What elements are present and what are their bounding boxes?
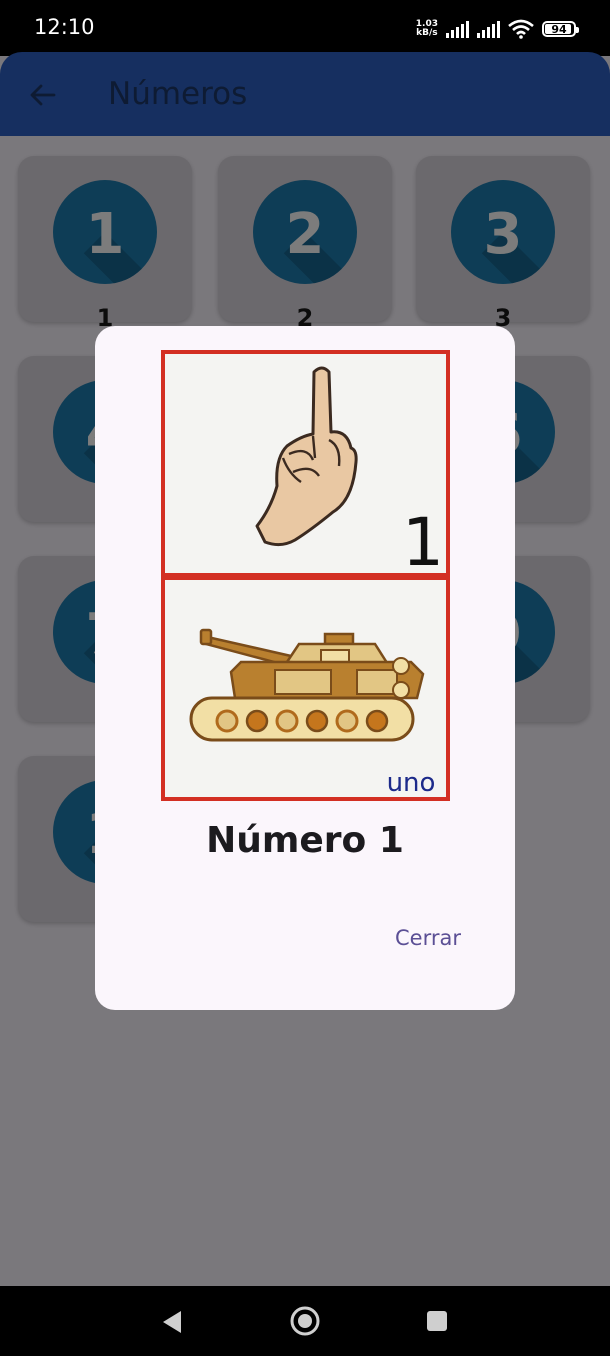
close-button[interactable]: Cerrar — [395, 926, 461, 950]
arrow-left-icon[interactable] — [28, 80, 58, 110]
number-illustration: 1 uno — [161, 350, 450, 801]
back-triangle-icon[interactable] — [160, 1309, 184, 1335]
number-card[interactable]: 2 2 — [218, 156, 392, 332]
recents-square-icon[interactable] — [427, 1311, 447, 1331]
status-icons: 1.03 kB/s 94 — [416, 16, 579, 42]
number-circle: 3 — [451, 180, 555, 284]
number-card[interactable]: 3 3 — [416, 156, 590, 332]
signal-icon — [477, 20, 500, 38]
number-digit: 2 — [285, 202, 325, 267]
wifi-icon — [508, 19, 534, 39]
net-speed: 1.03 kB/s — [416, 20, 438, 38]
battery-level: 94 — [551, 22, 567, 36]
number-circle: 2 — [253, 180, 357, 284]
dialog-title: Número 1 — [206, 820, 404, 861]
net-speed-unit: kB/s — [416, 28, 438, 38]
battery-icon: 94 — [542, 21, 579, 37]
illustration-caption: uno — [387, 768, 436, 798]
illustration-number: 1 — [402, 504, 444, 581]
navigation-bar — [0, 1286, 610, 1356]
status-bar: 12:10 1.03 kB/s 94 — [0, 0, 610, 56]
number-circle: 1 — [53, 180, 157, 284]
number-digit: 3 — [483, 202, 523, 267]
home-circle-icon[interactable] — [290, 1306, 320, 1336]
number-dialog: 1 uno Número 1 Cerrar — [95, 326, 515, 1010]
number-card[interactable]: 1 1 — [18, 156, 192, 332]
number-digit: 1 — [85, 202, 125, 267]
app-bar: Números — [0, 52, 610, 136]
page-title: Números — [108, 76, 248, 112]
status-time: 12:10 — [34, 15, 95, 39]
signal-icon — [446, 20, 469, 38]
